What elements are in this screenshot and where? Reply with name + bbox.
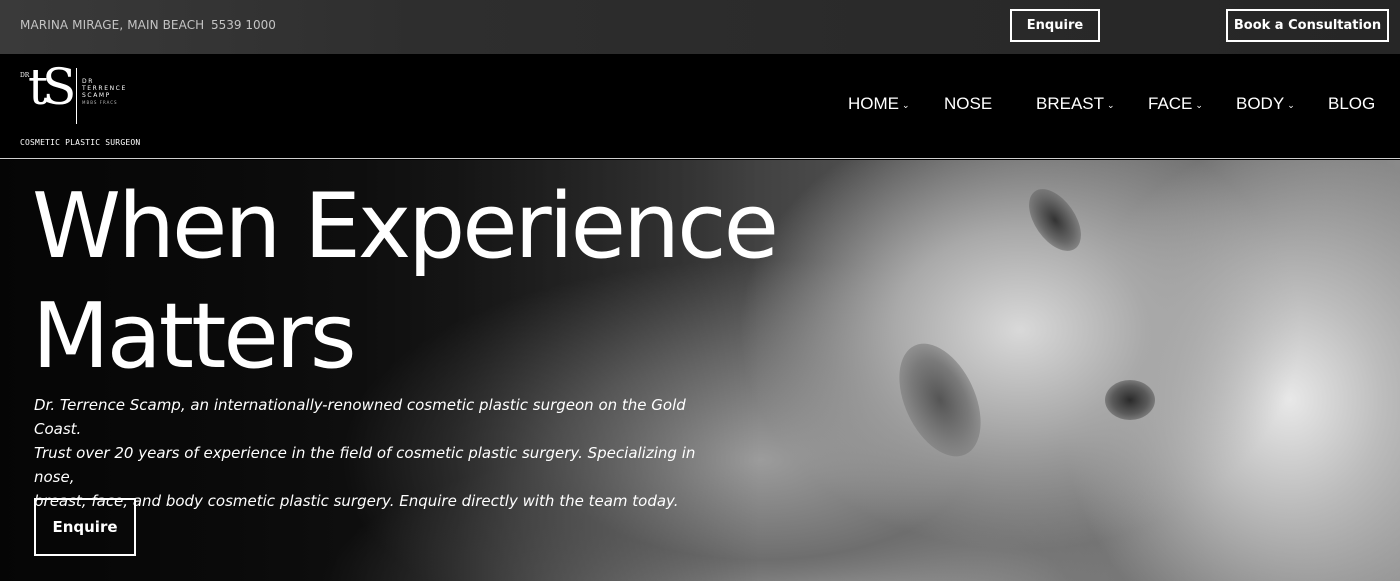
hero-intro-line: breast, face, and body cosmetic plastic …	[34, 492, 679, 510]
site-header: DR tS DR TERRENCE SCAMP MBBS FRACS COSME…	[0, 54, 1400, 159]
hero-intro: Dr. Terrence Scamp, an internationally-r…	[34, 393, 734, 513]
main-nav: HOME ⌄ NOSE BREAST ⌄ FACE ⌄ BODY ⌄ BLOG	[0, 94, 1400, 118]
hero-intro-line: Trust over 20 years of experience in the…	[34, 444, 696, 486]
hero-headline: When Experience Matters	[32, 172, 932, 392]
book-consultation-button[interactable]: Book a Consultation	[1226, 9, 1389, 42]
chevron-down-icon: ⌄	[1287, 99, 1295, 110]
nav-item-label: NOSE	[944, 94, 993, 113]
nav-item-face[interactable]: FACE ⌄	[1148, 94, 1203, 114]
nav-item-label: FACE	[1148, 94, 1193, 113]
nav-item-label: BLOG	[1328, 94, 1376, 113]
top-enquire-button[interactable]: Enquire	[1010, 9, 1100, 42]
logo-tagline: COSMETIC PLASTIC SURGEON	[20, 138, 141, 147]
logo-name-line: DR	[82, 78, 94, 85]
nav-item-label: BREAST	[1036, 94, 1105, 113]
nav-item-label: HOME	[848, 94, 899, 113]
nav-item-label: BODY	[1236, 94, 1285, 113]
nav-item-breast[interactable]: BREAST ⌄	[1036, 94, 1115, 114]
hero-intro-line: Dr. Terrence Scamp, an internationally-r…	[34, 396, 686, 438]
hero-headline-line: Matters	[32, 284, 357, 389]
nav-item-nose[interactable]: NOSE	[944, 94, 992, 114]
hero-enquire-button[interactable]: Enquire	[34, 498, 136, 556]
nav-item-blog[interactable]: BLOG	[1328, 94, 1375, 114]
top-utility-bar: MARINA MIRAGE, MAIN BEACH 5539 1000 Enqu…	[0, 0, 1400, 54]
chevron-down-icon: ⌄	[1107, 99, 1115, 110]
nav-item-home[interactable]: HOME ⌄	[848, 94, 910, 114]
hero-section: When Experience Matters Dr. Terrence Sca…	[0, 160, 1400, 581]
hero-photo-detail	[1018, 179, 1092, 261]
hero-photo-detail	[1105, 380, 1155, 420]
chevron-down-icon: ⌄	[1195, 99, 1203, 110]
address-text: MARINA MIRAGE, MAIN BEACH	[20, 18, 205, 32]
page: MARINA MIRAGE, MAIN BEACH 5539 1000 Enqu…	[0, 0, 1400, 581]
phone-link[interactable]: 5539 1000	[211, 18, 276, 32]
hero-headline-line: When Experience	[32, 174, 779, 279]
logo-name-line: TERRENCE	[82, 85, 127, 92]
chevron-down-icon: ⌄	[902, 99, 910, 110]
nav-item-body[interactable]: BODY ⌄	[1236, 94, 1295, 114]
